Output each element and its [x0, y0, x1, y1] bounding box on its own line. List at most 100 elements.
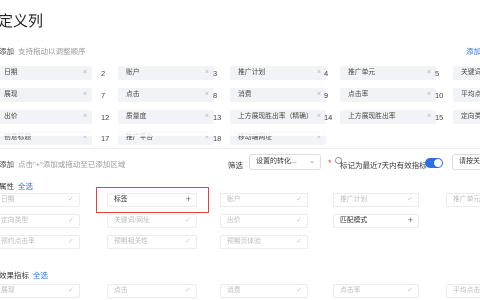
check-icon: ✓: [185, 238, 191, 245]
selected-index: 9: [324, 91, 329, 100]
close-icon[interactable]: ×: [205, 110, 209, 124]
selected-column-label: 定向类型: [461, 113, 480, 120]
metric-select-all[interactable]: 全选: [33, 271, 48, 280]
check-icon: ✓: [296, 217, 302, 224]
available-column-label: 日期: [1, 196, 15, 203]
available-column-label: 预期相关性: [114, 238, 148, 245]
close-icon[interactable]: ×: [205, 66, 209, 80]
selected-column-label: 点击率: [348, 91, 369, 98]
available-column-label: 匹配模式: [340, 217, 368, 224]
selected-column-label: 出价: [4, 113, 18, 120]
add-link[interactable]: 添加: [466, 46, 480, 57]
available-column-chip[interactable]: 展现 ✓: [0, 284, 80, 298]
selected-column-label: 上方展现胜出率（精确）: [238, 113, 313, 120]
available-column-label: 点击率: [340, 287, 361, 294]
conversion-filter-value: 设置的转化...: [256, 158, 297, 165]
available-column-chip[interactable]: 出价 ✓: [220, 214, 308, 228]
available-column-chip[interactable]: 预期页体验 ✓: [220, 235, 308, 249]
check-icon: ✓: [68, 217, 74, 224]
selected-index: 7: [101, 91, 106, 100]
selected-column-chip[interactable]: 日期 ×: [0, 66, 92, 80]
selected-column-chip[interactable]: 展现 ×: [0, 88, 92, 102]
available-column-chip[interactable]: 关键词/网址 ✓: [107, 214, 197, 228]
available-column-label: 出价: [227, 217, 241, 224]
available-column-label: 推广计划: [340, 196, 368, 203]
available-column-chip[interactable]: 预约点击率 ✓: [0, 235, 80, 249]
recent-metric-label: 标记为最近7天内有效指标: [340, 161, 427, 170]
available-section-header: 添加 点击"+"添加或拖动至已添加区域: [0, 159, 125, 170]
selected-column-chip[interactable]: 消费 ×: [230, 88, 326, 102]
selected-column-chip[interactable]: 上方展现胜出率 ×: [340, 110, 436, 124]
selected-column-chip[interactable]: 关键词/定: [453, 66, 480, 80]
highlight-box: [96, 187, 209, 213]
available-column-label: 点击: [114, 287, 128, 294]
attr-group-header: 属性 全选: [0, 181, 33, 192]
filter-label: 筛选: [228, 161, 243, 170]
close-icon[interactable]: ×: [83, 88, 87, 102]
selected-index: 2: [101, 69, 106, 78]
available-column-chip[interactable]: 推广单元✓: [446, 193, 480, 207]
selected-column-label: 推广单元: [348, 69, 376, 76]
selected-column-chip[interactable]: 推广单元 ×: [340, 66, 436, 80]
check-icon: ✓: [68, 287, 74, 294]
available-section-hint: 点击"+"添加或拖动至已添加区域: [18, 160, 126, 169]
available-column-chip[interactable]: 日期 ✓: [0, 193, 80, 207]
selected-index: 15: [435, 113, 444, 122]
selected-section-header: 添加 支持拖动以调整顺序: [0, 46, 86, 57]
scroll-fade: [0, 124, 480, 136]
selected-index: 5: [435, 69, 440, 78]
toggle-knob: [434, 159, 442, 167]
selected-column-label: 关键词/定: [461, 69, 480, 76]
available-column-chip[interactable]: 推广计划 ✓: [333, 193, 419, 207]
attr-group-heading: 属性: [0, 182, 14, 191]
check-icon: ✓: [296, 196, 302, 203]
available-column-label: 平均点击价: [453, 287, 480, 294]
metric-group-heading: 效果指标: [0, 271, 29, 280]
close-icon[interactable]: ×: [317, 66, 321, 80]
selected-column-chip[interactable]: 点击 ×: [118, 88, 214, 102]
section-divider: [0, 148, 480, 149]
available-column-label: 预约点击率: [1, 238, 35, 245]
selected-column-label: 平均点击: [461, 91, 480, 98]
close-icon[interactable]: ×: [317, 88, 321, 102]
selected-column-chip[interactable]: 平均点击: [453, 88, 480, 102]
check-icon: ✓: [407, 287, 413, 294]
close-icon[interactable]: ×: [317, 110, 321, 124]
close-icon[interactable]: ×: [83, 110, 87, 124]
keyword-button[interactable]: 请按关键: [452, 154, 480, 170]
recent-metric-toggle[interactable]: [425, 158, 443, 168]
conversion-filter-dropdown[interactable]: 设置的转化... ⌄: [249, 154, 321, 170]
available-column-chip[interactable]: 点击 ✓: [107, 284, 197, 298]
available-column-chip[interactable]: 消费 ✓: [220, 284, 308, 298]
available-column-chip[interactable]: 点击率 ✓: [333, 284, 419, 298]
available-column-chip[interactable]: 定向类型 ✓: [0, 214, 80, 228]
close-icon[interactable]: ×: [83, 66, 87, 80]
selected-column-chip[interactable]: 账户 ×: [118, 66, 214, 80]
selected-column-chip[interactable]: 定向类型: [453, 110, 480, 124]
selected-column-chip[interactable]: 出价 ×: [0, 110, 92, 124]
available-column-chip[interactable]: 预期相关性 ✓: [107, 235, 197, 249]
available-column-chip[interactable]: 匹配模式 +: [333, 214, 419, 228]
available-section-label: 添加: [0, 160, 14, 169]
available-column-chip[interactable]: 账户 ✓: [220, 193, 308, 207]
available-column-label: 定向类型: [1, 217, 29, 224]
available-column-chip[interactable]: 平均点击价✓: [446, 284, 480, 298]
selected-column-chip[interactable]: 推广计划 ×: [230, 66, 326, 80]
attr-select-all[interactable]: 全选: [18, 182, 33, 191]
check-icon: ✓: [68, 238, 74, 245]
selected-column-chip[interactable]: 上方展现胜出率（精确） ×: [230, 110, 326, 124]
selected-index: 10: [435, 91, 444, 100]
chevron-down-icon: ⌄: [309, 158, 315, 165]
selected-column-label: 质量度: [126, 113, 147, 120]
close-icon[interactable]: ×: [205, 88, 209, 102]
close-icon[interactable]: ×: [427, 88, 431, 102]
available-column-label: 展现: [1, 287, 15, 294]
selected-column-chip[interactable]: 点击率 ×: [340, 88, 436, 102]
selected-column-label: 点击: [126, 91, 140, 98]
selected-column-chip[interactable]: 质量度 ×: [118, 110, 214, 124]
close-icon[interactable]: ×: [427, 66, 431, 80]
selected-column-label: 消费: [238, 91, 252, 98]
check-icon: ✓: [185, 217, 191, 224]
plus-icon[interactable]: +: [408, 215, 413, 226]
close-icon[interactable]: ×: [427, 110, 431, 124]
